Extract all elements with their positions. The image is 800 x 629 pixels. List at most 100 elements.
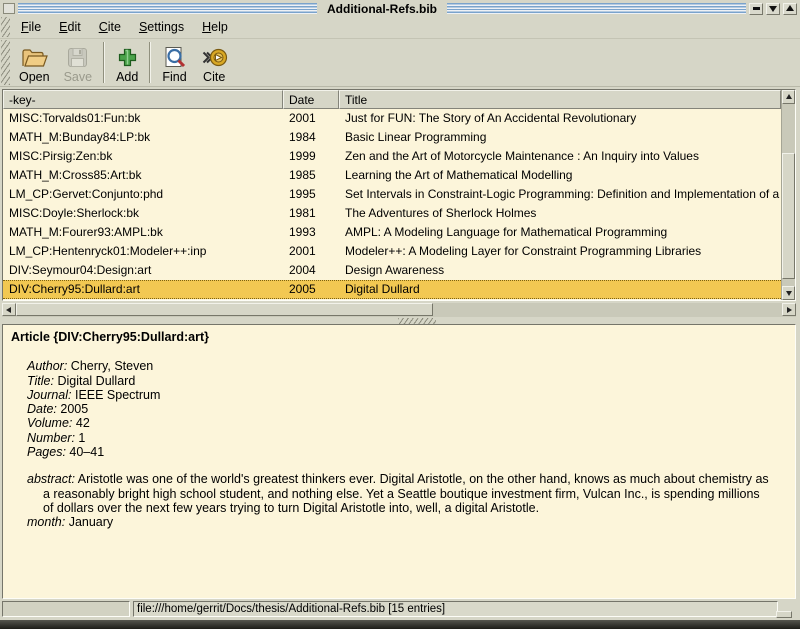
field-value: Cherry, Steven <box>71 359 153 373</box>
menu-cite-label: ite <box>108 20 121 34</box>
window-title: Additional-Refs.bib <box>320 2 444 16</box>
cell-date: 2001 <box>283 242 339 261</box>
scroll-left-button[interactable] <box>2 303 16 316</box>
menu-file-label: ile <box>29 20 42 34</box>
add-button[interactable]: Add <box>109 39 145 86</box>
open-button-label: Open <box>19 70 50 84</box>
find-button-label: Find <box>162 70 186 84</box>
column-header-title[interactable]: Title <box>339 90 781 109</box>
screen-edge <box>0 620 800 629</box>
menu-cite-mnemonic: C <box>99 20 108 34</box>
field-label: Volume: <box>27 416 72 430</box>
cell-title: Digital Dullard <box>339 281 781 298</box>
menu-bar: File Edit Cite Settings Help <box>0 16 800 39</box>
cell-title: Design Awareness <box>339 261 781 280</box>
toolbar-separator <box>149 42 151 83</box>
arrow-right-icon <box>787 307 795 313</box>
minimize-button[interactable] <box>749 3 763 15</box>
field-title: Title: Digital Dullard <box>27 374 787 388</box>
save-button-label: Save <box>64 70 93 84</box>
find-button[interactable]: Find <box>155 39 193 86</box>
toolbar-drag-handle[interactable] <box>1 40 10 85</box>
table-row[interactable]: MATH_M:Bunday84:LP:bk1984Basic Linear Pr… <box>3 128 781 147</box>
toolbar-separator <box>103 42 105 83</box>
cell-date: 1981 <box>283 204 339 223</box>
horizontal-scrollbar-thumb[interactable] <box>16 303 433 316</box>
status-text: file:///home/gerrit/Docs/thesis/Addition… <box>133 601 778 617</box>
horizontal-scrollbar[interactable] <box>2 303 796 317</box>
field-pages: Pages: 40–41 <box>27 445 787 459</box>
cell-key: MATH_M:Fourer93:AMPL:bk <box>3 223 283 242</box>
column-header-key[interactable]: -key- <box>3 90 283 109</box>
cell-date: 1995 <box>283 185 339 204</box>
cell-key: LM_CP:Gervet:Conjunto:phd <box>3 185 283 204</box>
add-plus-icon <box>117 46 138 69</box>
vertical-scrollbar[interactable] <box>781 90 795 300</box>
cite-button[interactable]: Cite <box>194 39 235 86</box>
field-value: 1 <box>78 431 85 445</box>
cell-key: MATH_M:Cross85:Art:bk <box>3 166 283 185</box>
table-header: -key- Date Title <box>3 90 781 109</box>
field-number: Number: 1 <box>27 431 787 445</box>
table-row[interactable]: MISC:Doyle:Sherlock:bk1981The Adventures… <box>3 204 781 223</box>
field-label: Date: <box>27 402 57 416</box>
scroll-right-button[interactable] <box>782 303 796 316</box>
vertical-scrollbar-thumb[interactable] <box>782 153 795 279</box>
cell-key: MISC:Torvalds01:Fun:bk <box>3 109 283 128</box>
shade-button[interactable] <box>766 3 780 15</box>
save-button[interactable]: Save <box>57 39 100 86</box>
menu-edit[interactable]: Edit <box>50 17 90 37</box>
entry-detail-panel: Article {DIV:Cherry95:Dullard:art} Autho… <box>2 324 796 599</box>
cell-title: Modeler++: A Modeling Layer for Constrai… <box>339 242 781 261</box>
table-row[interactable]: LM_CP:Gervet:Conjunto:phd1995Set Interva… <box>3 185 781 204</box>
menu-edit-label: dit <box>68 20 81 34</box>
field-date: Date: 2005 <box>27 402 787 416</box>
table-row[interactable]: MATH_M:Fourer93:AMPL:bk1993AMPL: A Model… <box>3 223 781 242</box>
menu-help-label: elp <box>211 20 228 34</box>
cell-key: LM_CP:Hentenryck01:Modeler++:inp <box>3 242 283 261</box>
field-label: Journal: <box>27 388 71 402</box>
menu-cite[interactable]: Cite <box>90 17 130 37</box>
table-row[interactable]: MISC:Torvalds01:Fun:bk2001Just for FUN: … <box>3 109 781 128</box>
menu-help[interactable]: Help <box>193 17 237 37</box>
cell-date: 1984 <box>283 128 339 147</box>
cell-title: AMPL: A Modeling Language for Mathematic… <box>339 223 781 242</box>
open-button[interactable]: Open <box>12 39 57 86</box>
menubar-drag-handle[interactable] <box>1 17 10 37</box>
resize-grip[interactable] <box>776 611 792 618</box>
entry-header: Article {DIV:Cherry95:Dullard:art} <box>11 330 787 344</box>
field-value: Digital Dullard <box>57 374 135 388</box>
window-menu-button[interactable] <box>3 3 15 14</box>
field-label: Number: <box>27 431 75 445</box>
tool-bar: Open Save Add <box>0 39 800 87</box>
table-row-selected[interactable]: DIV:Cherry95:Dullard:art2005Digital Dull… <box>3 280 781 299</box>
progress-indicator <box>2 601 130 617</box>
arrow-up-icon <box>786 91 792 99</box>
title-bar[interactable]: Additional-Refs.bib <box>0 0 800 16</box>
menu-file[interactable]: File <box>12 17 50 37</box>
cell-key: DIV:Cherry95:Dullard:art <box>3 281 283 298</box>
arrow-left-icon <box>3 307 11 313</box>
cell-key: MISC:Doyle:Sherlock:bk <box>3 204 283 223</box>
column-header-date[interactable]: Date <box>283 90 339 109</box>
menu-file-mnemonic: F <box>21 20 29 34</box>
menu-settings[interactable]: Settings <box>130 17 193 37</box>
table-row[interactable]: DIV:Seymour04:Design:art2004Design Aware… <box>3 261 781 280</box>
find-magnifier-icon <box>163 46 187 69</box>
maximize-button[interactable] <box>783 3 797 15</box>
scroll-up-button[interactable] <box>782 90 795 104</box>
open-folder-icon <box>20 46 48 69</box>
field-label: Author: <box>27 359 67 373</box>
table-row[interactable]: LM_CP:Hentenryck01:Modeler++:inp2001Mode… <box>3 242 781 261</box>
save-floppy-icon <box>66 46 89 69</box>
triangle-up-icon <box>786 1 794 11</box>
cell-date: 1999 <box>283 147 339 166</box>
entry-fields: Author: Cherry, Steven Title: Digital Du… <box>27 359 787 459</box>
app-window: Additional-Refs.bib File Edit Cite Setti… <box>0 0 800 629</box>
scroll-down-button[interactable] <box>782 286 795 300</box>
add-button-label: Add <box>116 70 138 84</box>
menu-edit-mnemonic: E <box>59 20 67 34</box>
table-row[interactable]: MATH_M:Cross85:Art:bk1985Learning the Ar… <box>3 166 781 185</box>
table-row[interactable]: MISC:Pirsig:Zen:bk1999Zen and the Art of… <box>3 147 781 166</box>
cell-key: DIV:Seymour04:Design:art <box>3 261 283 280</box>
